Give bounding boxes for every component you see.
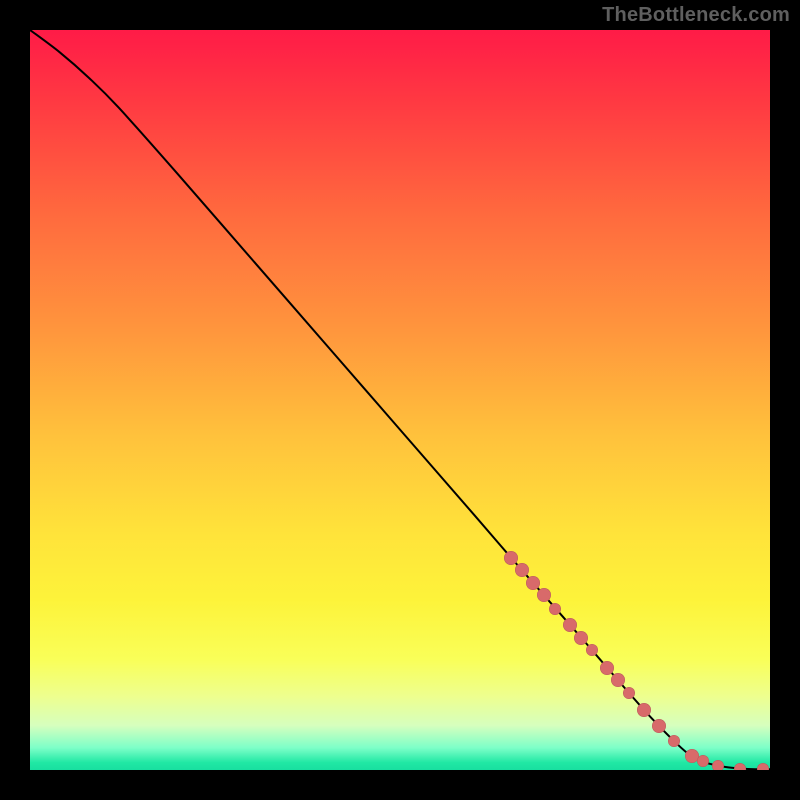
data-marker (652, 719, 666, 733)
data-marker (734, 763, 746, 770)
data-marker (611, 673, 625, 687)
data-marker (697, 755, 709, 767)
data-marker (504, 551, 518, 565)
data-marker (757, 763, 769, 770)
data-marker (637, 703, 651, 717)
bottleneck-curve-path (30, 30, 770, 769)
watermark-label: TheBottleneck.com (602, 4, 790, 27)
data-marker (623, 687, 635, 699)
data-marker (668, 735, 680, 747)
plot-area (30, 30, 770, 770)
data-marker (526, 576, 540, 590)
data-marker (563, 618, 577, 632)
data-marker (537, 588, 551, 602)
data-marker (549, 603, 561, 615)
data-marker (712, 760, 724, 770)
data-marker (600, 661, 614, 675)
data-marker (515, 563, 529, 577)
curve-layer (30, 30, 770, 770)
data-marker (586, 644, 598, 656)
chart-stage: TheBottleneck.com (0, 0, 800, 800)
data-marker (574, 631, 588, 645)
